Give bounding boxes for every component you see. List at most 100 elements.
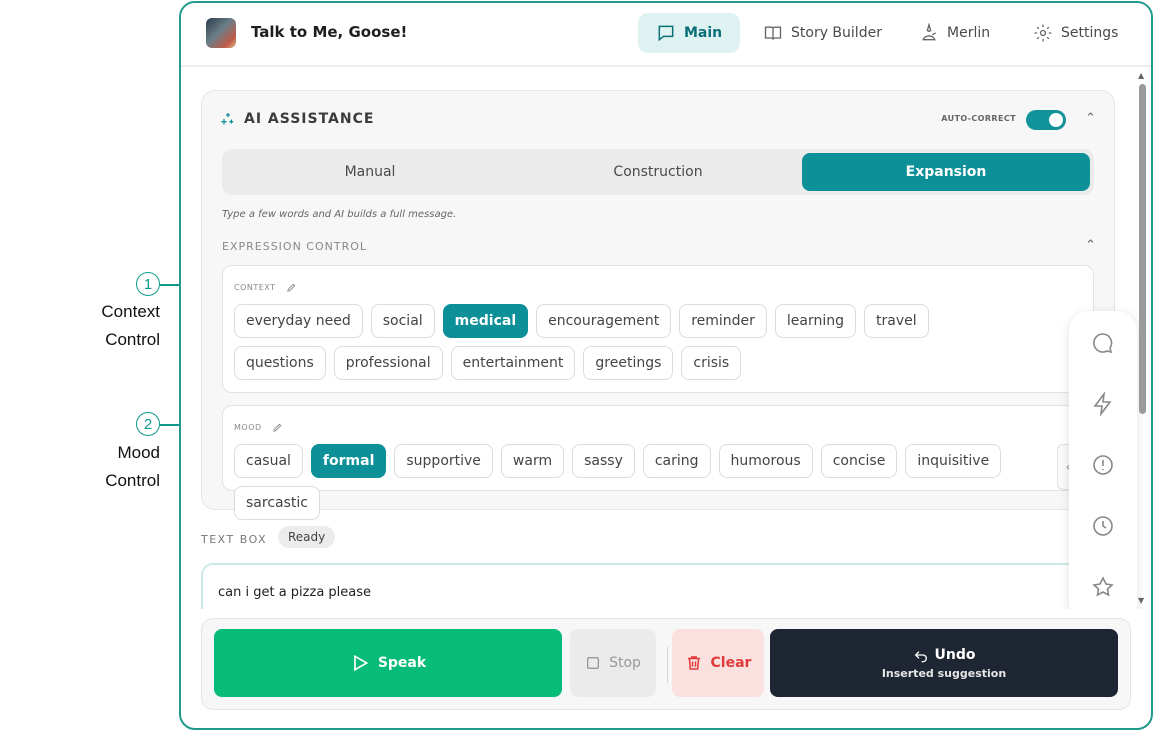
mood-chips: casual formal supportive warm sassy cari… bbox=[234, 444, 1074, 520]
stop-button[interactable]: Stop bbox=[570, 629, 656, 697]
annotation-label: Context Control bbox=[50, 298, 160, 354]
context-chip[interactable]: encouragement bbox=[536, 304, 672, 338]
action-bar: Speak Stop Clear Undo Inserted suggestio… bbox=[201, 618, 1131, 710]
annotation-label-line: Control bbox=[105, 330, 160, 349]
divider bbox=[667, 647, 668, 683]
main-content: AI ASSISTANCE AUTO-CORRECT ⌃ Manual Cons… bbox=[181, 69, 1151, 609]
context-chip[interactable]: social bbox=[370, 304, 435, 338]
mood-chip[interactable]: warm bbox=[500, 444, 565, 478]
expression-control-label: EXPRESSION CONTROL bbox=[222, 240, 368, 253]
tab-settings[interactable]: Settings bbox=[1015, 13, 1136, 53]
tab-merlin-label: Merlin bbox=[947, 25, 991, 41]
mood-chip[interactable]: humorous bbox=[718, 444, 813, 478]
speak-button[interactable]: Speak bbox=[214, 629, 562, 697]
ai-assistance-header: AI ASSISTANCE bbox=[220, 111, 374, 127]
trash-icon bbox=[687, 656, 700, 670]
mode-hint: Type a few words and AI builds a full me… bbox=[222, 209, 457, 220]
clear-label: Clear bbox=[710, 655, 752, 671]
book-icon bbox=[764, 26, 782, 40]
sparkle-icon bbox=[221, 113, 234, 125]
undo-sublabel: Inserted suggestion bbox=[881, 666, 1007, 680]
context-chip[interactable]: crisis bbox=[681, 346, 742, 380]
context-chip-selected[interactable]: medical bbox=[442, 304, 529, 338]
undo-title-row: Undo bbox=[913, 646, 976, 663]
tab-settings-label: Settings bbox=[1061, 25, 1119, 41]
status-badge: Ready bbox=[278, 526, 336, 548]
tab-story-builder-label: Story Builder bbox=[791, 25, 882, 41]
mood-chip[interactable]: inquisitive bbox=[905, 444, 1002, 478]
tab-story-builder[interactable]: Story Builder bbox=[745, 13, 900, 53]
lightning-icon[interactable] bbox=[1091, 392, 1115, 416]
textbox-value: can i get a pizza please bbox=[218, 585, 372, 600]
chevron-up-icon[interactable]: ⌃ bbox=[1085, 238, 1096, 253]
scroll-up-arrow[interactable]: ▲ bbox=[1138, 71, 1144, 80]
gear-icon bbox=[1034, 24, 1052, 42]
textbox-label: TEXT BOX bbox=[201, 533, 268, 546]
mood-chip[interactable]: caring bbox=[642, 444, 711, 478]
app-logo bbox=[206, 18, 236, 48]
clock-icon[interactable] bbox=[1091, 514, 1115, 538]
undo-icon bbox=[914, 650, 927, 662]
context-chip[interactable]: greetings bbox=[583, 346, 674, 380]
pencil-icon[interactable] bbox=[272, 422, 283, 433]
annotation-label: Mood Control bbox=[50, 439, 160, 495]
scroll-thumb[interactable] bbox=[1139, 84, 1146, 414]
context-chip[interactable]: learning bbox=[774, 304, 857, 338]
context-label-row: CONTEXT bbox=[234, 282, 297, 293]
chat-bubble-icon[interactable] bbox=[1091, 331, 1115, 355]
stop-icon bbox=[587, 657, 600, 669]
mood-chip[interactable]: casual bbox=[234, 444, 303, 478]
mode-construction[interactable]: Construction bbox=[514, 153, 802, 191]
play-icon bbox=[353, 654, 369, 672]
context-chip[interactable]: everyday need bbox=[234, 304, 363, 338]
context-chips: everyday need social medical encourageme… bbox=[234, 304, 1014, 380]
ai-assistance-title: AI ASSISTANCE bbox=[244, 111, 375, 127]
mood-label-row: MOOD bbox=[234, 422, 283, 433]
context-panel: CONTEXT everyday need social medical enc… bbox=[222, 265, 1094, 393]
mood-chip-selected[interactable]: formal bbox=[310, 444, 387, 478]
chevron-up-icon[interactable]: ⌃ bbox=[1085, 111, 1096, 126]
tab-main-label: Main bbox=[684, 25, 723, 41]
mood-label: MOOD bbox=[234, 423, 262, 432]
app-title: Talk to Me, Goose! bbox=[251, 23, 408, 41]
context-chip[interactable]: questions bbox=[234, 346, 326, 380]
scroll-down-arrow[interactable]: ▼ bbox=[1138, 596, 1144, 605]
mood-panel: MOOD casual formal supportive warm sassy… bbox=[222, 405, 1094, 520]
annotation-number: 1 bbox=[136, 272, 160, 296]
autocorrect-toggle[interactable] bbox=[1026, 110, 1066, 130]
annotation-label-line: Context bbox=[101, 302, 160, 321]
tab-merlin[interactable]: Merlin bbox=[901, 13, 1008, 53]
tab-main[interactable]: Main bbox=[638, 13, 741, 53]
undo-button[interactable]: Undo Inserted suggestion bbox=[770, 629, 1118, 697]
pencil-icon[interactable] bbox=[286, 282, 297, 293]
context-chip[interactable]: reminder bbox=[679, 304, 767, 338]
clear-button[interactable]: Clear bbox=[672, 629, 764, 697]
mood-chip[interactable]: sassy bbox=[572, 444, 635, 478]
context-chip[interactable]: entertainment bbox=[450, 346, 576, 380]
alert-icon[interactable] bbox=[1091, 453, 1115, 477]
mode-selector: Manual Construction Expansion bbox=[222, 149, 1094, 195]
message-textbox[interactable]: can i get a pizza please bbox=[201, 563, 1115, 609]
mode-expansion[interactable]: Expansion bbox=[802, 153, 1090, 191]
side-toolbar bbox=[1069, 311, 1137, 609]
top-bar: Talk to Me, Goose! Main Story Builder Me… bbox=[181, 3, 1151, 67]
mood-chip[interactable]: concise bbox=[820, 444, 898, 478]
autocorrect-label: AUTO-CORRECT bbox=[941, 114, 1016, 123]
context-label: CONTEXT bbox=[234, 283, 276, 292]
mode-manual[interactable]: Manual bbox=[226, 153, 514, 191]
annotation-number: 2 bbox=[136, 412, 160, 436]
undo-label: Undo bbox=[934, 646, 976, 663]
context-chip[interactable]: professional bbox=[333, 346, 443, 380]
stop-label: Stop bbox=[609, 655, 641, 671]
scrollbar[interactable]: ▲ ▼ bbox=[1137, 69, 1147, 609]
app-window: Talk to Me, Goose! Main Story Builder Me… bbox=[179, 1, 1153, 730]
speak-label: Speak bbox=[377, 655, 427, 671]
annotation-label-line: Mood bbox=[117, 443, 160, 462]
ai-assistance-panel: AI ASSISTANCE AUTO-CORRECT ⌃ Manual Cons… bbox=[201, 90, 1115, 520]
star-icon[interactable] bbox=[1091, 575, 1115, 599]
mood-chip[interactable]: supportive bbox=[394, 444, 493, 478]
context-chip[interactable]: travel bbox=[864, 304, 929, 338]
wizard-icon bbox=[922, 23, 936, 41]
mood-chip[interactable]: sarcastic bbox=[234, 486, 320, 520]
chat-icon bbox=[658, 25, 674, 42]
